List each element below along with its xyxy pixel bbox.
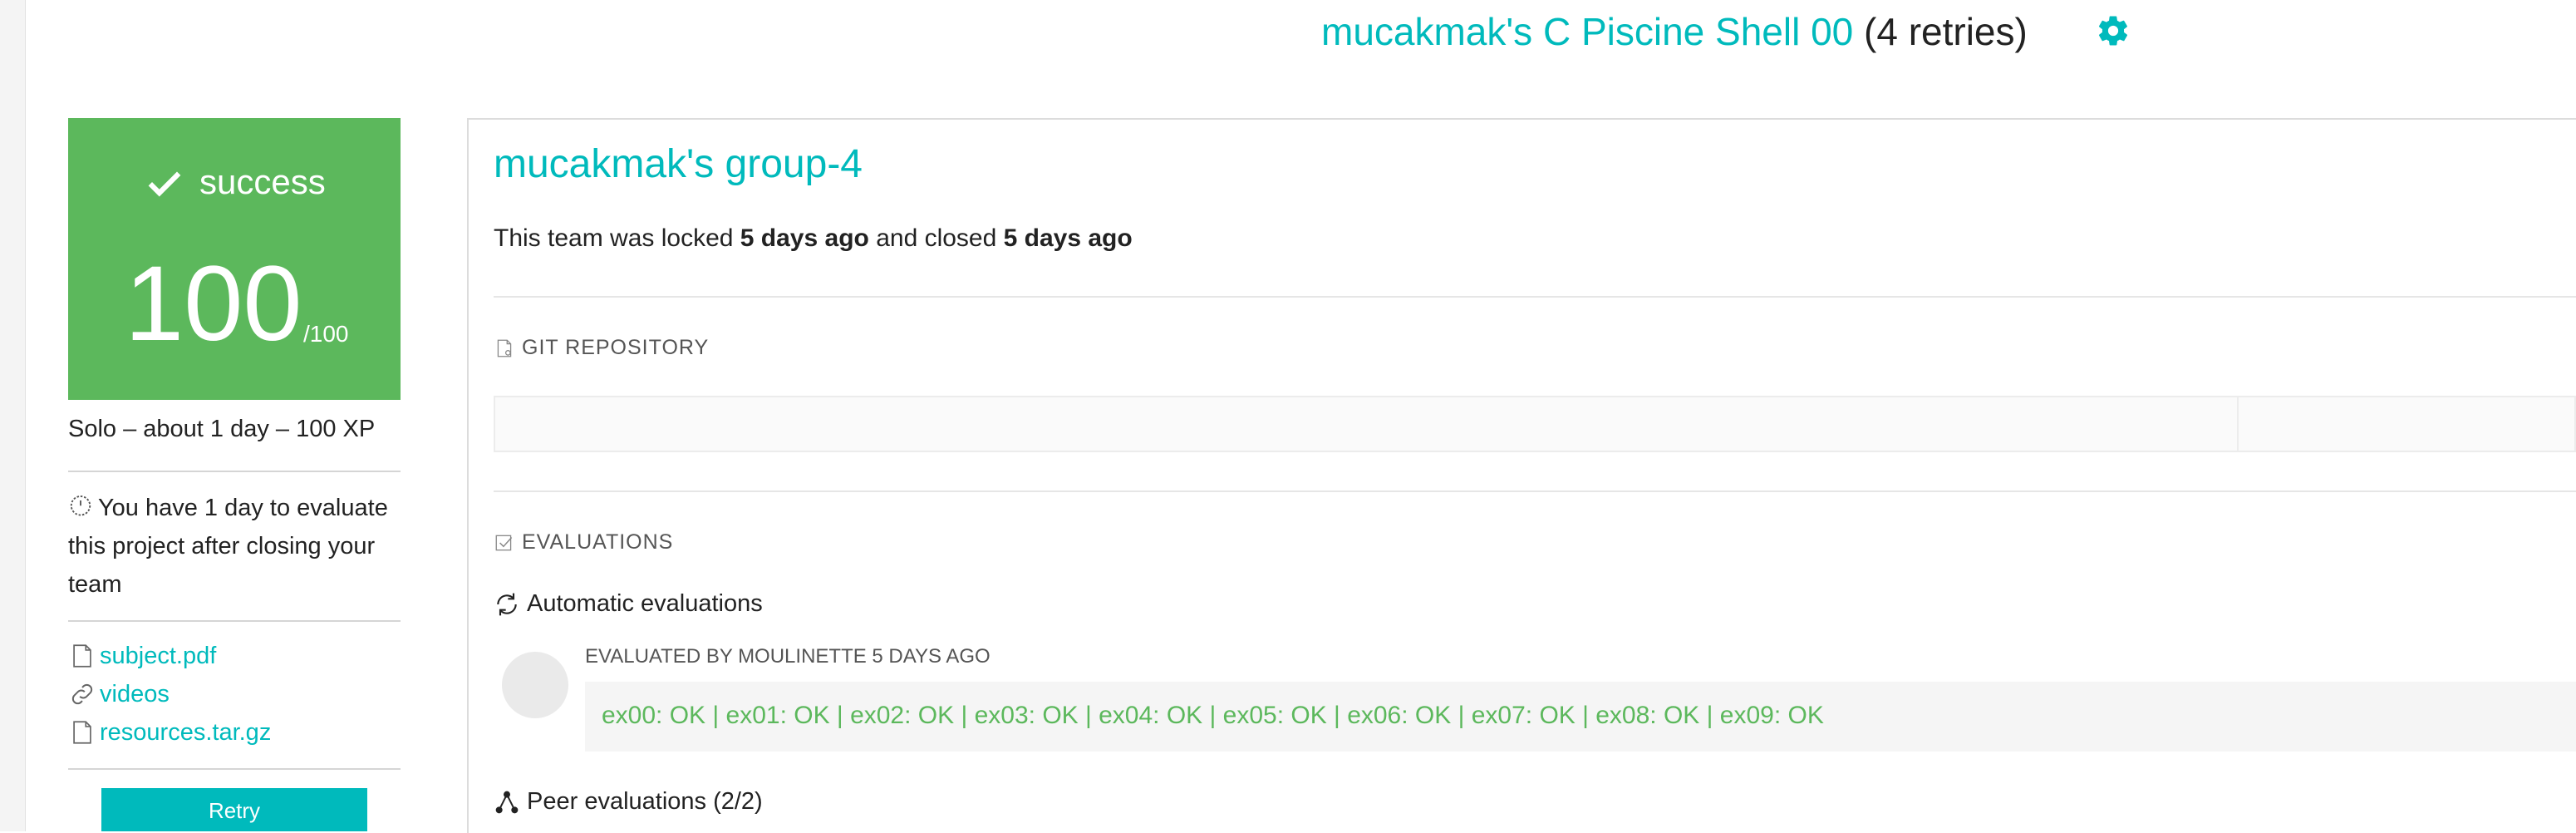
refresh-icon	[497, 593, 517, 615]
evaluator-info: EVALUATED BY MOULINETTE 5 DAYS AGO	[585, 645, 991, 668]
retry-button[interactable]: Retry	[101, 788, 367, 831]
divider	[68, 768, 401, 770]
evaluations-label: EVALUATIONS	[522, 530, 674, 554]
automatic-evaluations-heading: Automatic evaluations	[494, 590, 763, 618]
retries-count: (4 retries)	[1864, 10, 2028, 53]
divider	[494, 490, 2576, 492]
share-nodes-icon	[495, 791, 519, 813]
locked-time: 5 days ago	[740, 224, 869, 252]
team-status-middle: and closed	[868, 224, 1004, 252]
link-label[interactable]: resources.tar.gz	[100, 719, 271, 747]
file-icon	[73, 644, 91, 668]
checkmark-icon	[148, 171, 181, 197]
team-status-prefix: This team was locked	[494, 224, 740, 252]
repo-field-divider	[2237, 396, 2239, 452]
page-title: mucakmak's C Piscine Shell 00 (4 retries…	[1321, 7, 2028, 57]
evaluation-result: ex00: OK | ex01: OK | ex02: OK | ex03: O…	[585, 682, 2576, 752]
gear-icon[interactable]	[2096, 13, 2131, 48]
avatar	[502, 652, 568, 718]
divider	[494, 296, 2576, 298]
clock-icon	[70, 495, 91, 516]
link-subject-pdf[interactable]: subject.pdf	[68, 642, 216, 670]
link-label[interactable]: videos	[100, 681, 170, 708]
peer-evaluations-heading: Peer evaluations (2/2)	[494, 788, 763, 816]
file-icon	[73, 721, 91, 744]
checkbox-icon	[495, 535, 513, 550]
evaluation-notice: You have 1 day to evaluate this project …	[68, 489, 401, 604]
link-videos[interactable]: videos	[68, 680, 170, 708]
git-repository-heading: GIT REPOSITORY	[494, 336, 709, 360]
score-card: success 100 /100	[68, 118, 401, 400]
score-max: /100	[303, 321, 349, 347]
status-label: success	[199, 162, 326, 201]
peer-evaluations-label: Peer evaluations (2/2)	[527, 788, 763, 815]
git-file-icon	[497, 339, 512, 357]
link-resources[interactable]: resources.tar.gz	[68, 718, 271, 747]
status-badge: success	[141, 161, 326, 203]
git-repository-label: GIT REPOSITORY	[522, 336, 710, 359]
automatic-evaluations-label: Automatic evaluations	[527, 590, 763, 617]
group-title[interactable]: mucakmak's group-4	[494, 141, 863, 187]
closed-time: 5 days ago	[1003, 224, 1133, 252]
divider	[68, 620, 401, 622]
link-label[interactable]: subject.pdf	[100, 643, 216, 670]
git-repository-field[interactable]	[494, 396, 2576, 452]
score-value: 100	[125, 244, 302, 363]
divider	[68, 471, 401, 472]
evaluation-notice-text: You have 1 day to evaluate this project …	[68, 495, 388, 598]
team-status: This team was locked 5 days ago and clos…	[494, 224, 1133, 253]
link-icon	[71, 683, 93, 705]
result-text: ex00: OK | ex01: OK | ex02: OK | ex03: O…	[602, 702, 1824, 729]
project-title-link[interactable]: mucakmak's C Piscine Shell 00	[1321, 10, 1853, 53]
evaluations-heading: EVALUATIONS	[494, 530, 673, 555]
left-gutter	[0, 0, 26, 831]
project-meta: Solo – about 1 day – 100 XP	[68, 416, 376, 442]
